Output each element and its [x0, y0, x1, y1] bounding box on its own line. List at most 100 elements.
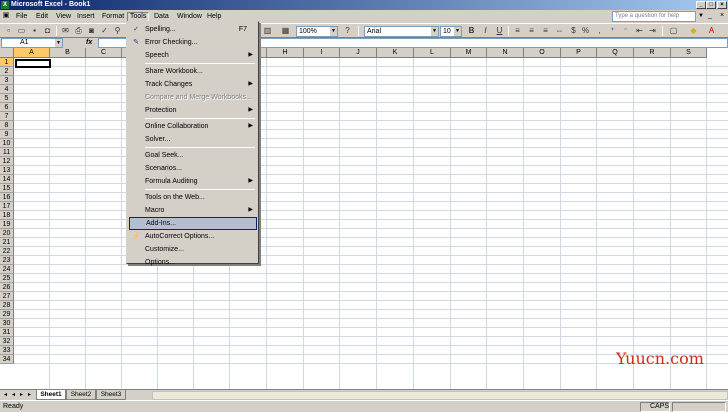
menu-item-error-checking[interactable]: Error Checking... ✎	[129, 36, 257, 49]
menu-item-add-ins[interactable]: Add-Ins...	[129, 217, 257, 230]
menu-item-speech[interactable]: Speech ▶	[129, 49, 257, 62]
decrease-decimal-icon[interactable]: ⁻	[620, 26, 631, 36]
research-icon[interactable]: ⚲	[112, 26, 123, 36]
row-header[interactable]: 29	[0, 310, 14, 319]
row-header[interactable]: 19	[0, 220, 14, 229]
row-header[interactable]: 13	[0, 166, 14, 175]
worksheet-grid[interactable]: ABCDEFGHIJKLMNOPQRS123456789101112131415…	[0, 48, 728, 389]
column-header[interactable]: C	[86, 48, 122, 58]
underline-button[interactable]: U	[494, 26, 505, 36]
first-sheet-icon[interactable]: ◂	[2, 391, 9, 400]
column-header[interactable]: L	[414, 48, 451, 58]
permission-icon[interactable]: ◘	[42, 26, 53, 36]
next-sheet-icon[interactable]: ▸	[18, 391, 25, 400]
row-header[interactable]: 8	[0, 121, 14, 130]
chevron-down-icon[interactable]: ▼	[431, 27, 438, 36]
column-header[interactable]: O	[524, 48, 561, 58]
font-color-icon[interactable]: A	[706, 26, 717, 36]
row-header[interactable]: 7	[0, 112, 14, 121]
chevron-down-icon[interactable]: ▼	[330, 27, 337, 36]
menu-file[interactable]: File	[14, 12, 29, 22]
menu-view[interactable]: View	[54, 12, 73, 22]
prev-sheet-icon[interactable]: ◂	[10, 391, 17, 400]
last-sheet-icon[interactable]: ▸	[26, 391, 33, 400]
column-header[interactable]: H	[267, 48, 304, 58]
row-header[interactable]: 33	[0, 346, 14, 355]
merge-center-icon[interactable]: ⇔	[554, 26, 565, 36]
row-header[interactable]: 10	[0, 139, 14, 148]
row-header[interactable]: 31	[0, 328, 14, 337]
menu-insert[interactable]: Insert	[75, 12, 97, 22]
sheet-tab-sheet3[interactable]: Sheet3	[96, 390, 126, 400]
row-header[interactable]: 20	[0, 229, 14, 238]
row-header[interactable]: 2	[0, 67, 14, 76]
new-icon[interactable]: ▫	[3, 26, 14, 36]
row-header[interactable]: 23	[0, 256, 14, 265]
menu-item-goal-seek[interactable]: Goal Seek...	[129, 149, 257, 162]
row-header[interactable]: 17	[0, 202, 14, 211]
select-all-corner[interactable]	[0, 48, 14, 58]
print-icon[interactable]: ⎙	[73, 26, 84, 36]
row-header[interactable]: 28	[0, 301, 14, 310]
sheet-tab-sheet1[interactable]: Sheet1	[36, 390, 66, 400]
doc-close-button[interactable]: ×	[718, 12, 726, 20]
menu-item-share-workbook[interactable]: Share Workbook...	[129, 65, 257, 78]
help-search-input[interactable]: Type a question for help	[612, 11, 696, 22]
menu-format[interactable]: Format	[100, 12, 126, 22]
document-icon[interactable]: ▣	[2, 12, 10, 20]
fill-color-icon[interactable]: ◆	[688, 26, 699, 36]
bold-button[interactable]: B	[466, 26, 477, 36]
menu-item-options[interactable]: Options...	[129, 256, 257, 269]
column-header[interactable]: B	[50, 48, 86, 58]
row-header[interactable]: 22	[0, 247, 14, 256]
row-header[interactable]: 3	[0, 76, 14, 85]
italic-button[interactable]: I	[480, 26, 491, 36]
column-header[interactable]: R	[634, 48, 671, 58]
chevron-down-icon[interactable]: ▼	[454, 27, 461, 36]
align-right-icon[interactable]: ≡	[540, 26, 551, 36]
row-header[interactable]: 6	[0, 103, 14, 112]
chart-wizard-icon[interactable]: ▥	[262, 26, 273, 36]
spelling-icon[interactable]: ✓	[99, 26, 110, 36]
zoom-select[interactable]: 100% ▼	[296, 26, 338, 37]
menu-item-solver[interactable]: Solver...	[129, 133, 257, 146]
menu-item-protection[interactable]: Protection ▶	[129, 104, 257, 117]
row-header[interactable]: 1	[0, 58, 14, 67]
menu-item-tools-on-the-web[interactable]: Tools on the Web...	[129, 191, 257, 204]
menu-item-spelling[interactable]: Spelling... ✓ F7	[129, 23, 257, 36]
column-header[interactable]: P	[561, 48, 597, 58]
row-header[interactable]: 24	[0, 265, 14, 274]
increase-indent-icon[interactable]: ⇥	[647, 26, 658, 36]
row-header[interactable]: 11	[0, 148, 14, 157]
column-header[interactable]: M	[451, 48, 487, 58]
menu-edit[interactable]: Edit	[34, 12, 50, 22]
row-header[interactable]: 27	[0, 292, 14, 301]
row-header[interactable]: 18	[0, 211, 14, 220]
font-select[interactable]: Arial ▼	[364, 26, 439, 37]
column-header[interactable]: J	[340, 48, 377, 58]
column-header[interactable]: I	[304, 48, 340, 58]
menu-item-autocorrect-options[interactable]: AutoCorrect Options... ⚡	[129, 230, 257, 243]
row-header[interactable]: 25	[0, 274, 14, 283]
row-header[interactable]: 4	[0, 85, 14, 94]
menu-item-track-changes[interactable]: Track Changes ▶	[129, 78, 257, 91]
percent-button[interactable]: %	[580, 26, 591, 36]
align-center-icon[interactable]: ≡	[526, 26, 537, 36]
currency-button[interactable]: $	[568, 26, 579, 36]
menu-item-customize[interactable]: Customize...	[129, 243, 257, 256]
chevron-down-icon[interactable]: ▼	[55, 39, 62, 47]
menu-item-formula-auditing[interactable]: Formula Auditing ▶	[129, 175, 257, 188]
menu-item-macro[interactable]: Macro ▶	[129, 204, 257, 217]
row-header[interactable]: 5	[0, 94, 14, 103]
row-header[interactable]: 16	[0, 193, 14, 202]
sheet-tab-sheet2[interactable]: Sheet2	[66, 390, 96, 400]
active-cell[interactable]	[15, 59, 51, 68]
help-dropdown-icon[interactable]: ▼	[698, 13, 704, 19]
horizontal-scrollbar[interactable]	[152, 391, 728, 400]
row-header[interactable]: 15	[0, 184, 14, 193]
close-button[interactable]: ×	[717, 1, 727, 9]
row-header[interactable]: 14	[0, 175, 14, 184]
save-icon[interactable]: ▪	[29, 26, 40, 36]
row-header[interactable]: 21	[0, 238, 14, 247]
column-header[interactable]: N	[487, 48, 524, 58]
